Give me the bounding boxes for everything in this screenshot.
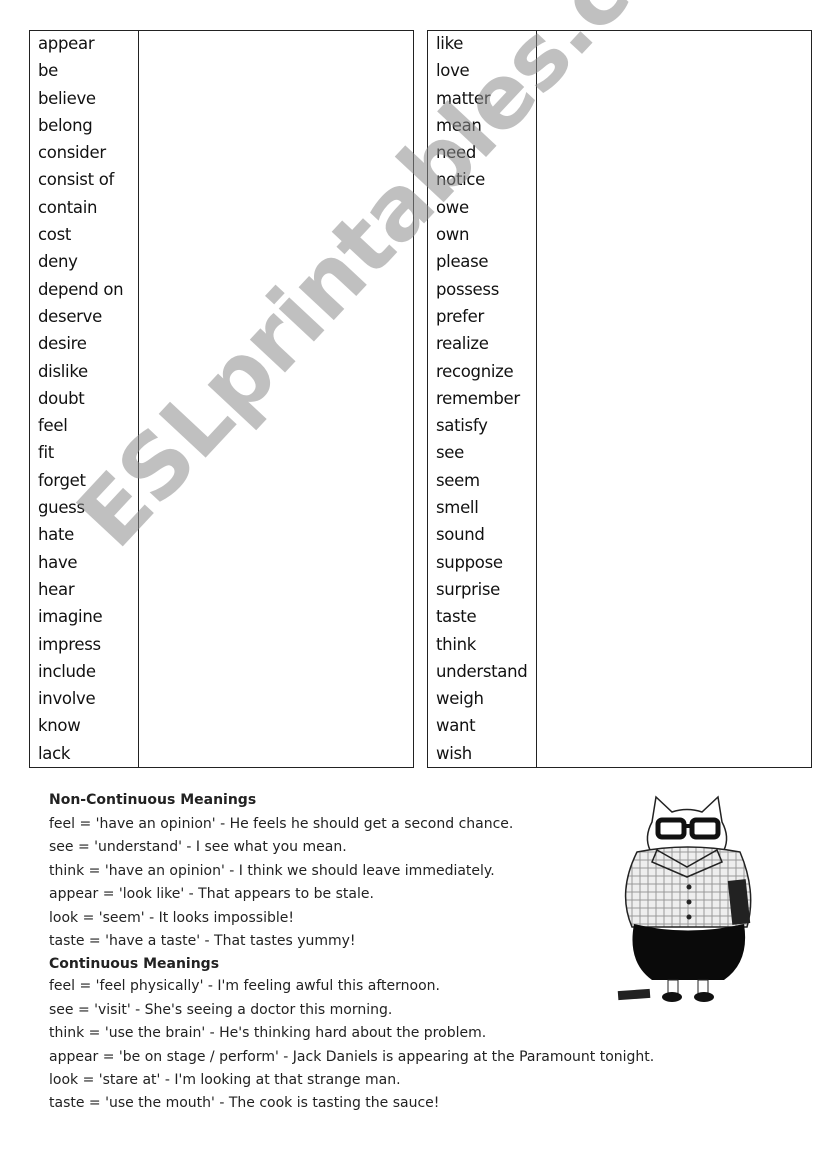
verb-cell: have <box>38 552 78 572</box>
verb-cell: desire <box>38 334 87 354</box>
verb-cell: deny <box>38 252 78 272</box>
verb-cell: notice <box>436 170 486 190</box>
verb-cell: feel <box>38 416 68 436</box>
verb-cell: suppose <box>436 552 503 572</box>
verb-cell: involve <box>38 689 96 709</box>
meaning-line: think = 'use the brain' - He's thinking … <box>49 1025 487 1042</box>
answer-column-right <box>537 31 811 767</box>
verb-cell: weigh <box>436 689 484 709</box>
verb-cell: sound <box>436 525 485 545</box>
verb-cell: recognize <box>436 361 514 381</box>
verb-cell: need <box>436 143 477 163</box>
verb-cell: believe <box>38 88 96 108</box>
verb-cell: dislike <box>38 361 88 381</box>
verb-cell: surprise <box>436 579 501 599</box>
verb-cell: consider <box>38 143 106 163</box>
cat-illustration <box>617 795 752 1002</box>
verb-cell: possess <box>436 279 500 299</box>
verb-cell: doubt <box>38 388 85 408</box>
verb-cell: consist of <box>38 170 115 190</box>
verb-cell: remember <box>436 388 520 408</box>
verb-cell: fit <box>38 443 54 463</box>
verb-cell: lack <box>38 743 71 763</box>
verb-cell: appear <box>38 34 95 53</box>
verb-cell: forget <box>38 470 86 490</box>
verb-cell: smell <box>436 498 479 518</box>
verb-cell: be <box>38 61 59 81</box>
verb-cell: deserve <box>38 306 102 326</box>
verb-cell: cost <box>38 225 72 245</box>
verb-cell: like <box>436 34 464 53</box>
verb-cell: hear <box>38 579 75 599</box>
verb-table-left: appear be believe belong consider consist of c… <box>29 30 414 768</box>
meaning-line: appear = 'be on stage / perform' - Jack … <box>49 1048 655 1065</box>
verb-cell: hate <box>38 525 74 545</box>
verb-cell: owe <box>436 197 469 217</box>
meaning-line: look = 'stare at' - I'm looking at that … <box>49 1071 401 1088</box>
verb-cell: satisfy <box>436 416 488 436</box>
verb-table-right: like love matter mean need notice owe own please… <box>427 30 812 768</box>
verb-cell: contain <box>38 197 98 217</box>
verb-cell: know <box>38 716 81 736</box>
verb-cell: seem <box>436 470 480 490</box>
verb-cell: see <box>436 443 464 463</box>
verb-cell: include <box>38 661 96 681</box>
verb-cell: belong <box>38 115 93 135</box>
answer-column-left <box>139 31 413 767</box>
meaning-line: taste = 'use the mouth' - The cook is ta… <box>49 1095 440 1112</box>
verb-cell: depend on <box>38 279 124 299</box>
verb-cell: taste <box>436 607 477 627</box>
verb-cell: want <box>436 716 476 736</box>
verb-cell: prefer <box>436 306 484 326</box>
verb-cell: love <box>436 61 470 81</box>
verb-column-left: appear be believe belong consider consist of c… <box>30 31 139 767</box>
verb-cell: think <box>436 634 477 654</box>
verb-cell: imagine <box>38 607 103 627</box>
verb-cell: matter <box>436 88 491 108</box>
verb-cell: mean <box>436 115 482 135</box>
verb-column-right: like love matter mean need notice owe own please… <box>428 31 537 767</box>
verb-cell: realize <box>436 334 489 354</box>
verb-cell: impress <box>38 634 101 654</box>
verb-cell: understand <box>436 661 528 681</box>
verb-cell: wish <box>436 743 472 763</box>
verb-cell: please <box>436 252 489 272</box>
verb-cell: own <box>436 225 470 245</box>
verb-cell: guess <box>38 498 85 518</box>
